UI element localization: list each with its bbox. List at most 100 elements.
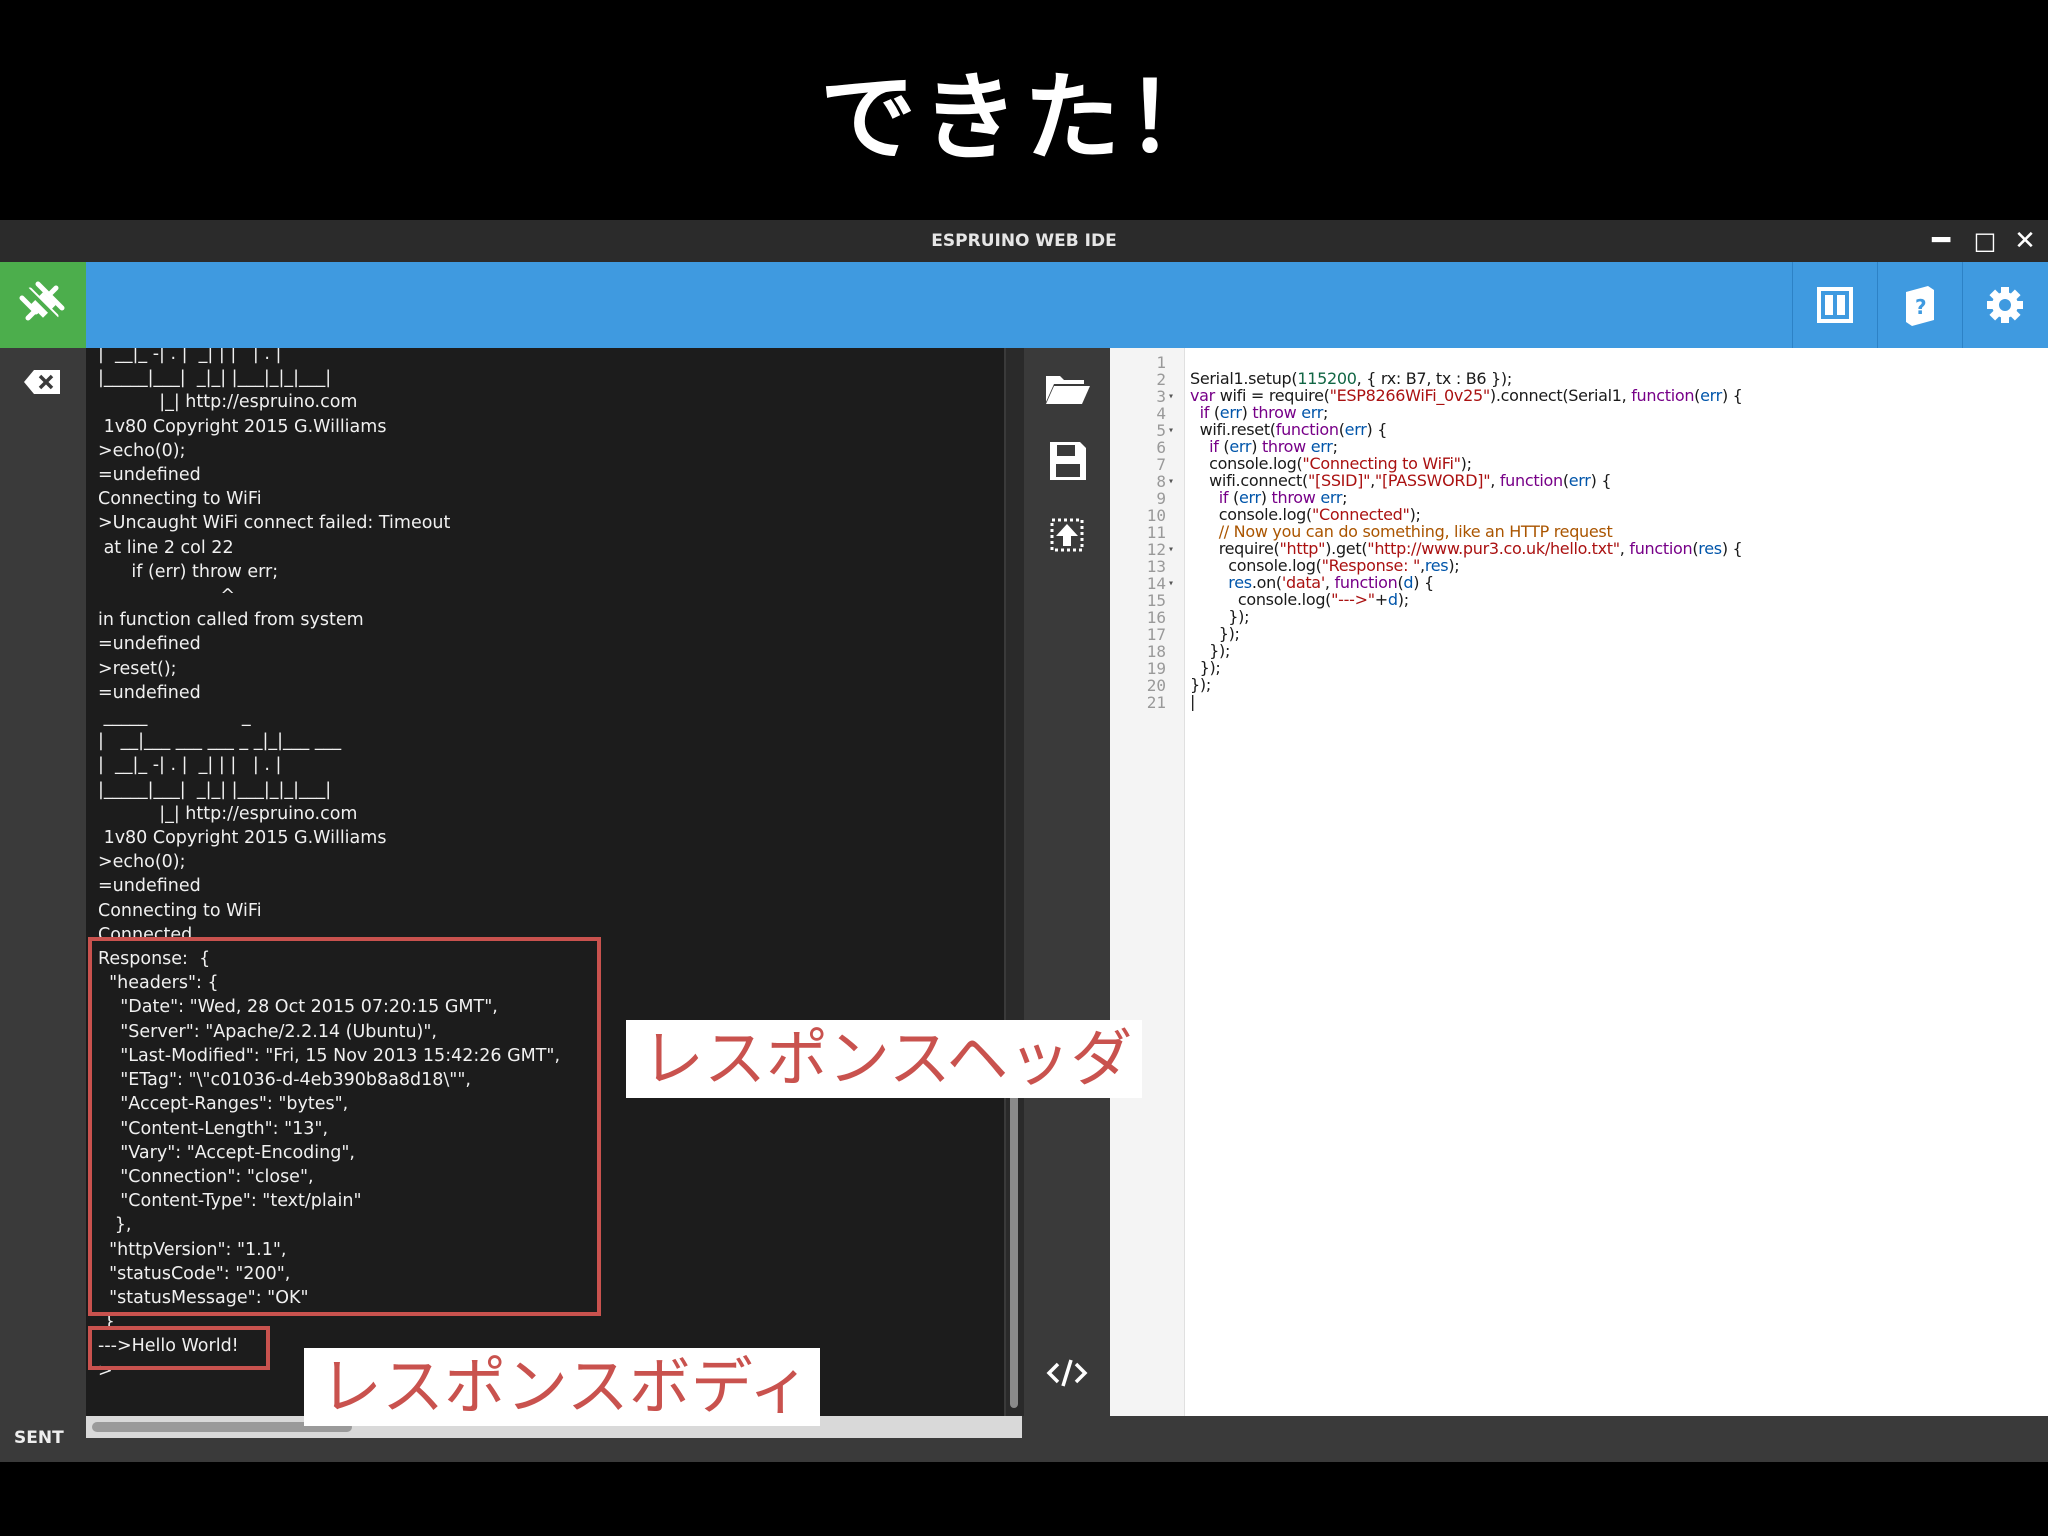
code-token: ) { [1366, 420, 1388, 439]
terminal-line: at line 2 col 22 [98, 537, 234, 558]
code-token: + [1374, 590, 1388, 609]
code-editor[interactable]: 1 2 3 4 5 6 7 8 9 10 11 12 13 14 15 16 1… [1110, 348, 2048, 1416]
terminal-line: >Uncaught WiFi connect failed: Timeout [98, 513, 451, 534]
code-token: | [1190, 692, 1196, 711]
terminal-scroll-thumb[interactable] [1010, 1048, 1018, 1408]
terminal-line: 1v80 Copyright 2015 G.Williams [98, 416, 387, 437]
code-line[interactable]: if (err) throw err; [1190, 404, 1743, 421]
clear-terminal-icon[interactable] [22, 368, 62, 396]
code-line[interactable]: if (err) throw err; [1190, 489, 1743, 506]
help-button[interactable]: ? [1877, 262, 1962, 348]
code-line[interactable]: console.log("Connected"); [1190, 506, 1743, 523]
code-token: function [1629, 539, 1693, 558]
callout-response-header: レスポンスヘッダ [626, 1020, 1142, 1098]
code-line[interactable]: Serial1.setup(115200, { rx: B7, tx : B6 … [1190, 370, 1743, 387]
code-token: ) { [1721, 386, 1743, 405]
fold-markers[interactable]: ▾ ▾ ▾ ▾ ▾ [1168, 354, 1182, 694]
middle-toolbar [1024, 348, 1110, 1422]
code-token: err [1700, 386, 1722, 405]
code-token: "ESP8266WiFi_0v25" [1329, 386, 1491, 405]
toolbar: ? [0, 262, 2048, 348]
close-button[interactable]: ✕ [2010, 224, 2040, 258]
settings-button[interactable] [1962, 262, 2047, 348]
code-token: ) { [1590, 471, 1612, 490]
book-help-icon: ? [1906, 286, 1934, 326]
code-token: ); [1397, 590, 1409, 609]
terminal-scrollbar[interactable] [1006, 348, 1024, 1416]
code-token: err [1344, 420, 1367, 439]
line-numbers: 1 2 3 4 5 6 7 8 9 10 11 12 13 14 15 16 1… [1146, 353, 1166, 712]
code-line[interactable]: // Now you can do something, like an HTT… [1190, 523, 1743, 540]
terminal-line: =undefined [98, 634, 201, 655]
terminal-line: =undefined [98, 465, 201, 486]
terminal-line: |_| http://espruino.com [98, 803, 358, 824]
save-icon[interactable] [1042, 436, 1092, 486]
svg-text:?: ? [1915, 295, 1927, 319]
code-token: "--->" [1331, 590, 1375, 609]
code-token: function [1631, 386, 1695, 405]
terminal-line: >echo(0); [98, 440, 186, 461]
code-line[interactable]: }); [1190, 642, 1743, 659]
code-line[interactable]: }); [1190, 608, 1743, 625]
code-line[interactable]: if (err) throw err; [1190, 438, 1743, 455]
connect-button[interactable] [0, 262, 86, 348]
code-content[interactable]: Serial1.setup(115200, { rx: B7, tx : B6 … [1190, 370, 1743, 710]
code-line[interactable]: wifi.connect("[SSID]","[PASSWORD]", func… [1190, 472, 1743, 489]
code-line[interactable]: }); [1190, 659, 1743, 676]
code-line[interactable]: }); [1190, 625, 1743, 642]
code-line[interactable]: var wifi = require("ESP8266WiFi_0v25").c… [1190, 387, 1743, 404]
terminal-line: |_____|___| _|_| |___|_|_|___| [98, 779, 332, 800]
split-view-button[interactable] [1792, 262, 1877, 348]
gear-icon [1987, 287, 2023, 323]
terminal-line: |_| http://espruino.com [98, 392, 358, 413]
code-token: function [1499, 471, 1563, 490]
terminal-line: Connecting to WiFi [98, 489, 262, 510]
terminal-line: | __|_ -| . | _| | | | . | [98, 755, 282, 776]
response-body-highlight [88, 1326, 270, 1370]
code-token: d [1387, 590, 1398, 609]
split-view-icon [1817, 287, 1853, 323]
code-line[interactable]: }); [1190, 676, 1743, 693]
code-view-toggle-icon[interactable] [1042, 1348, 1092, 1398]
code-token: , [1619, 539, 1630, 558]
code-token: ) { [1721, 539, 1743, 558]
terminal-line: =undefined [98, 876, 201, 897]
code-token: err [1568, 471, 1591, 490]
terminal-line: >echo(0); [98, 852, 186, 873]
code-line[interactable]: wifi.reset(function(err) { [1190, 421, 1743, 438]
callout-response-body: レスポンスボディ [304, 1348, 820, 1426]
code-token: , [1490, 471, 1500, 490]
upload-to-board-icon[interactable] [1042, 510, 1092, 560]
response-header-highlight [88, 937, 601, 1316]
maximize-button[interactable]: □ [1970, 224, 2000, 258]
terminal-line: |_____|___| _|_| |___|_|_|___| [98, 368, 332, 389]
code-line[interactable]: require("http").get("http://www.pur3.co.… [1190, 540, 1743, 557]
code-token: ); [1448, 556, 1460, 575]
status-sent: SENT [14, 1428, 64, 1448]
code-token: res [1698, 539, 1722, 558]
code-token: "[PASSWORD]" [1374, 471, 1491, 490]
terminal-line: _____ _ [98, 707, 251, 728]
terminal-line: if (err) throw err; [98, 561, 279, 582]
code-line[interactable]: console.log("Response: ",res); [1190, 557, 1743, 574]
code-line[interactable]: res.on('data', function(d) { [1190, 574, 1743, 591]
open-folder-icon[interactable] [1042, 362, 1092, 412]
code-token: ).connect(Serial1, [1489, 386, 1632, 405]
code-token: ) { [1413, 573, 1434, 592]
title-bar: ESPRUINO WEB IDE ━ □ ✕ [0, 220, 2048, 262]
terminal-line: ^ [98, 586, 236, 607]
line-number-gutter: 1 2 3 4 5 6 7 8 9 10 11 12 13 14 15 16 1… [1110, 348, 1185, 1416]
minimize-button[interactable]: ━ [1926, 224, 1956, 258]
terminal-line: | __|_ -| . | _| | | | . | [98, 348, 282, 364]
terminal-line: in function called from system [98, 610, 364, 631]
code-line[interactable]: console.log("Connecting to WiFi"); [1190, 455, 1743, 472]
terminal-line: Connecting to WiFi [98, 900, 262, 921]
slide-title: できた！ [820, 62, 1228, 174]
window-title: ESPRUINO WEB IDE [931, 231, 1117, 251]
code-line[interactable]: console.log("--->"+d); [1190, 591, 1743, 608]
terminal-line: >reset(); [98, 658, 177, 679]
code-line[interactable]: | [1190, 693, 1743, 710]
terminal-line: 1v80 Copyright 2015 G.Williams [98, 828, 387, 849]
terminal-line: | __|___ ___ ___ _ _|_|___ ___ [98, 731, 342, 752]
left-sidebar: SENT [0, 348, 86, 1462]
